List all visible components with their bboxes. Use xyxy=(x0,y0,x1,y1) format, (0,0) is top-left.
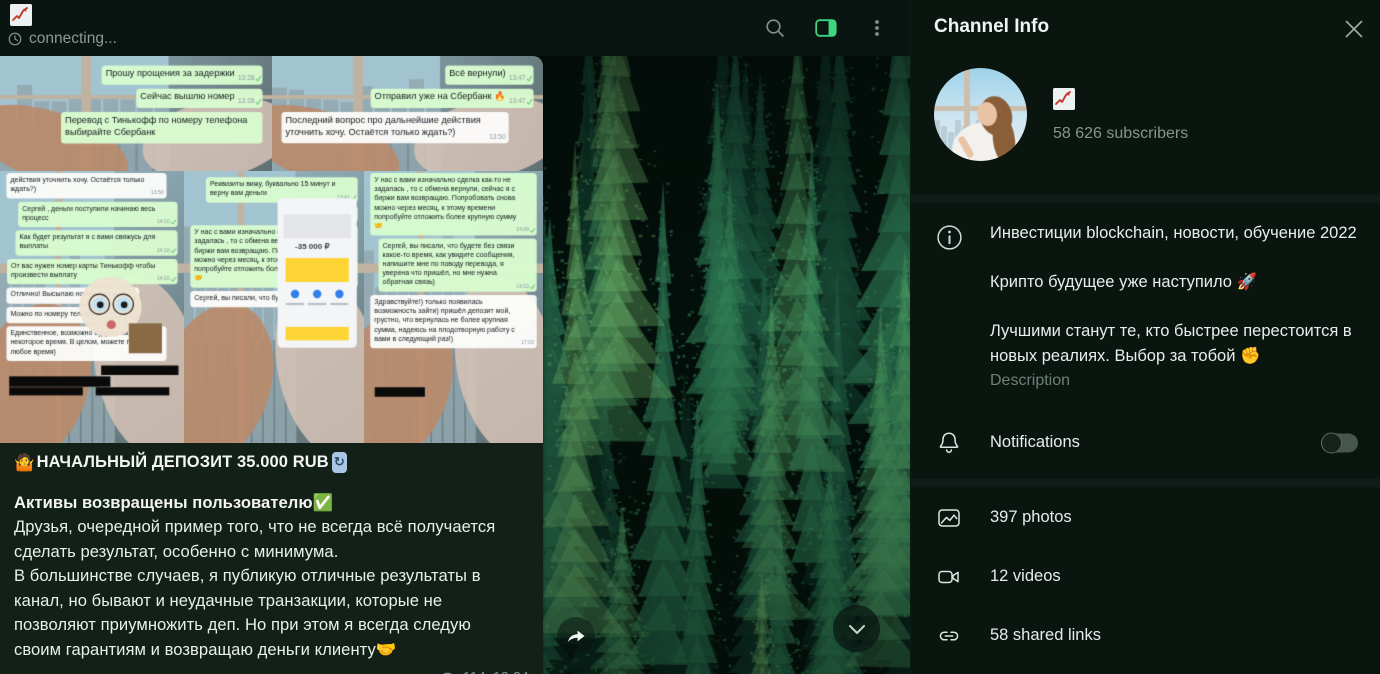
media-row-photos[interactable]: 397 photos xyxy=(911,488,1380,547)
avatar[interactable] xyxy=(934,68,1027,161)
description-row[interactable]: Инвестиции blockchain, новости, обучение… xyxy=(911,204,1380,407)
message-line: В большинстве случаев, я публикую отличн… xyxy=(14,566,481,585)
link-icon xyxy=(934,621,964,651)
photo-album[interactable] xyxy=(0,56,543,443)
photos-count: 397 photos xyxy=(990,508,1072,526)
channel-profile: 58 626 subscribers xyxy=(911,56,1380,194)
info-circle-icon xyxy=(934,222,964,252)
panel-header: Channel Info xyxy=(911,0,1380,56)
description-paragraph: Лучшими станут те, кто быстрее перестоит… xyxy=(990,322,1352,365)
album-tile-4[interactable] xyxy=(184,171,364,443)
message-meta: 114 12:24 xyxy=(0,670,543,674)
shrug-emoji: 🤷 xyxy=(14,453,35,472)
channel-message[interactable]: 🤷 НАЧАЛЬНЫЙ ДЕПОЗИТ 35.000 RUB ↻ Активы … xyxy=(0,56,543,674)
header-actions xyxy=(760,0,892,56)
repeat-badge-icon: ↻ xyxy=(331,452,347,473)
panel-divider xyxy=(911,194,1380,204)
media-row-links[interactable]: 58 shared links xyxy=(911,606,1380,665)
message-line: позволяют приумножить деп. Но при этом я… xyxy=(14,615,471,634)
notifications-toggle[interactable] xyxy=(1321,432,1358,453)
links-count: 58 shared links xyxy=(990,626,1101,644)
message-line: канал, но бывают и неудачные транзакции,… xyxy=(14,590,443,610)
panel-divider xyxy=(911,478,1380,488)
chart-increasing-emoji xyxy=(1053,88,1075,110)
channel-info-panel: Channel Info 58 626 subscribers Инвестиц… xyxy=(910,0,1380,674)
message-title: 🤷 НАЧАЛЬНЫЙ ДЕПОЗИТ 35.000 RUB ↻ xyxy=(14,452,529,473)
profile-meta: 58 626 subscribers xyxy=(1053,68,1188,143)
notifications-row[interactable]: Notifications xyxy=(911,407,1380,478)
message-line: Друзья, очередной пример того, что не вс… xyxy=(14,517,496,536)
notifications-label: Notifications xyxy=(990,433,1080,451)
message-title-text: НАЧАЛЬНЫЙ ДЕПОЗИТ 35.000 RUB xyxy=(36,453,329,471)
handshake-emoji: 🤝 xyxy=(375,639,397,659)
chat-column: connecting... 🤷 НАЧАЛЬНЫЙ ДЕПОЗИТ 35.000… xyxy=(0,0,910,674)
bell-icon xyxy=(934,428,964,458)
scroll-to-bottom-button[interactable] xyxy=(833,605,880,652)
message-bold-line: Активы возвращены пользователю✅ xyxy=(14,493,334,512)
photo-icon xyxy=(934,503,964,533)
check-emoji: ✅ xyxy=(312,493,334,512)
album-tile-1[interactable] xyxy=(0,56,272,171)
description-text: Инвестиции blockchain, новости, обучение… xyxy=(990,221,1358,390)
connection-status-text: connecting... xyxy=(29,30,117,47)
video-icon xyxy=(934,562,964,592)
album-row-bottom xyxy=(0,171,543,443)
close-icon[interactable] xyxy=(1338,13,1370,45)
chevron-down-icon xyxy=(848,624,865,634)
message-line: сделать результат, особенно с минимума. xyxy=(14,541,339,561)
message-time: 12:24 xyxy=(493,670,529,674)
chat-avatar-icon[interactable] xyxy=(10,4,32,26)
videos-count: 12 videos xyxy=(990,567,1061,585)
toggle-knob xyxy=(1321,432,1342,453)
media-row-videos[interactable]: 12 videos xyxy=(911,547,1380,606)
album-tile-2[interactable] xyxy=(272,56,543,171)
message-body: 🤷 НАЧАЛЬНЫЙ ДЕПОЗИТ 35.000 RUB ↻ Активы … xyxy=(0,443,543,668)
description-label: Description xyxy=(990,372,1071,389)
description-paragraph: Крипто будущее уже наступило 🚀 xyxy=(990,273,1258,291)
connection-status: connecting... xyxy=(8,30,117,48)
chat-header: connecting... xyxy=(0,0,910,56)
album-tile-5[interactable] xyxy=(364,171,543,443)
album-row-top xyxy=(0,56,543,171)
more-vertical-icon[interactable] xyxy=(862,13,892,43)
panel-title: Channel Info xyxy=(934,16,1050,37)
description-paragraph: Инвестиции blockchain, новости, обучение… xyxy=(990,224,1357,242)
forward-arrow-icon[interactable] xyxy=(557,617,595,655)
album-tile-3[interactable] xyxy=(0,171,184,443)
message-line-last: своим гарантиям и возвращаю деньги клиен… xyxy=(14,639,397,659)
subscriber-count: 58 626 subscribers xyxy=(1053,125,1189,142)
sidebar-toggle-icon[interactable] xyxy=(811,13,841,43)
clock-icon xyxy=(8,32,22,46)
view-count: 114 xyxy=(463,670,486,674)
search-icon[interactable] xyxy=(760,13,790,43)
telegram-window: connecting... 🤷 НАЧАЛЬНЫЙ ДЕПОЗИТ 35.000… xyxy=(0,0,1380,674)
message-text: Активы возвращены пользователю✅ Друзья, … xyxy=(14,491,529,662)
channel-name xyxy=(1053,86,1188,112)
